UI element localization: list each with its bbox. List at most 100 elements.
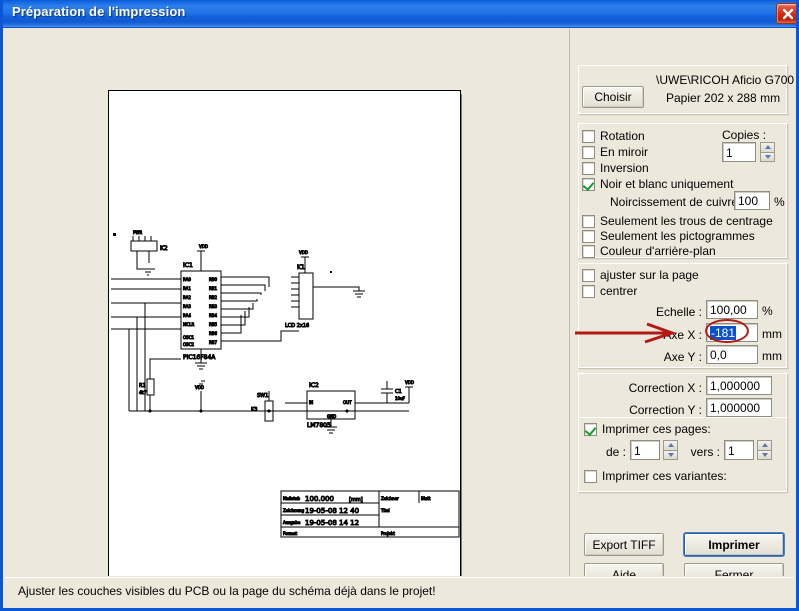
print-preview-page[interactable]: K2 PWR IC1 PIC16F84A RA0 RA1 RA2 RA3 RA4… xyxy=(108,90,461,576)
svg-text:GND: GND xyxy=(327,414,336,419)
axis-y-label: Axe Y : xyxy=(663,350,702,364)
svg-text:LCD 2x16: LCD 2x16 xyxy=(285,323,309,329)
svg-text:4k7: 4k7 xyxy=(139,390,147,395)
centering-holes-label: Seulement les trous de centrage xyxy=(600,214,773,228)
svg-text:Maßstab: Maßstab xyxy=(283,496,301,501)
copies-spinner[interactable] xyxy=(760,142,775,162)
svg-text:OUT: OUT xyxy=(343,400,352,405)
pages-from-spinner-down[interactable] xyxy=(663,450,678,460)
background-color-checkbox[interactable] xyxy=(582,244,595,258)
checkbox-row-centering-holes[interactable]: Seulement les trous de centrage xyxy=(582,214,773,228)
svg-text:VDD: VDD xyxy=(299,250,308,255)
svg-text:LM7805: LM7805 xyxy=(307,422,331,429)
pages-from-spinner[interactable] xyxy=(663,440,678,460)
rotation-checkbox[interactable] xyxy=(582,129,595,143)
checkbox-row-inversion[interactable]: Inversion xyxy=(582,161,649,175)
svg-text:Titel: Titel xyxy=(380,508,390,513)
close-dialog-button[interactable]: Fermer xyxy=(684,563,784,576)
pages-from-spinner-up[interactable] xyxy=(663,440,678,451)
copper-darkening-input[interactable]: 100 xyxy=(734,191,770,210)
svg-text:Ausgabe: Ausgabe xyxy=(283,520,301,525)
svg-text:RB2: RB2 xyxy=(209,295,218,300)
svg-text:IC2: IC2 xyxy=(309,382,319,389)
svg-text:Format: Format xyxy=(283,531,298,536)
pictograms-label: Seulement les pictogrammes xyxy=(600,229,755,243)
close-icon[interactable] xyxy=(776,3,796,24)
svg-text:IC1: IC1 xyxy=(183,262,193,269)
correction-x-input[interactable]: 1,000000 xyxy=(706,376,772,395)
print-variants-checkbox[interactable] xyxy=(584,469,597,483)
center-label: centrer xyxy=(600,284,638,298)
svg-text:[mm]: [mm] xyxy=(349,497,363,503)
correction-x-label: Correction X : xyxy=(628,381,702,395)
print-pages-checkbox[interactable] xyxy=(584,422,597,436)
status-bar-text: Ajuster les couches visibles du PCB ou l… xyxy=(18,584,436,598)
axis-x-input[interactable]: -181 xyxy=(706,323,758,342)
blackwhite-label: Noir et blanc uniquement xyxy=(600,177,734,191)
svg-text:K3: K3 xyxy=(251,407,257,413)
svg-text:SW1: SW1 xyxy=(257,393,268,399)
blackwhite-checkbox[interactable] xyxy=(582,177,595,191)
copies-input[interactable]: 1 xyxy=(722,142,756,162)
mirror-label: En miroir xyxy=(600,145,649,159)
pages-from-input[interactable]: 1 xyxy=(630,440,660,460)
svg-text:MCLR: MCLR xyxy=(183,322,194,327)
window-titlebar: Préparation de l'impression xyxy=(3,0,796,28)
svg-text:K2: K2 xyxy=(160,245,168,252)
pages-to-spinner[interactable] xyxy=(757,440,772,460)
export-tiff-button[interactable]: Export TIFF xyxy=(584,533,664,556)
print-variants-label: Imprimer ces variantes: xyxy=(602,469,727,483)
checkbox-row-print-variants[interactable]: Imprimer ces variantes: xyxy=(584,469,727,483)
rotation-label: Rotation xyxy=(600,129,645,143)
svg-text:IN: IN xyxy=(309,400,313,405)
axis-x-label: Axe X : xyxy=(663,328,702,342)
svg-text:PWR: PWR xyxy=(133,230,142,235)
axis-x-value: -181 xyxy=(710,326,737,340)
svg-text:RB4: RB4 xyxy=(209,313,218,318)
scale-label: Echelle : xyxy=(655,305,702,319)
scale-unit: % xyxy=(762,304,773,318)
fit-page-label: ajuster sur la page xyxy=(600,268,699,282)
preview-pane[interactable]: K2 PWR IC1 PIC16F84A RA0 RA1 RA2 RA3 RA4… xyxy=(5,30,563,576)
svg-text:Zeichnung: Zeichnung xyxy=(283,508,305,513)
help-button[interactable]: Aide xyxy=(584,563,664,576)
svg-text:RB5: RB5 xyxy=(209,322,218,327)
svg-text:OSC2: OSC2 xyxy=(183,342,194,347)
svg-text:RB3: RB3 xyxy=(209,304,218,309)
status-bar: Ajuster les couches visibles du PCB ou l… xyxy=(5,577,794,605)
checkbox-row-blackwhite[interactable]: Noir et blanc uniquement xyxy=(582,177,733,191)
dialog-client-area: K2 PWR IC1 PIC16F84A RA0 RA1 RA2 RA3 RA4… xyxy=(3,29,796,608)
copper-darkening-label: Noircissement de cuivre: xyxy=(610,195,742,209)
pages-to-spinner-down[interactable] xyxy=(757,450,772,460)
print-button[interactable]: Imprimer xyxy=(684,533,784,556)
fit-page-checkbox[interactable] xyxy=(582,268,595,282)
checkbox-row-fit-page[interactable]: ajuster sur la page xyxy=(582,268,699,282)
centering-holes-checkbox[interactable] xyxy=(582,214,595,228)
checkbox-row-pictograms[interactable]: Seulement les pictogrammes xyxy=(582,229,755,243)
pictograms-checkbox[interactable] xyxy=(582,229,595,243)
checkbox-row-mirror[interactable]: En miroir xyxy=(582,145,648,159)
correction-y-label: Correction Y : xyxy=(629,403,702,417)
pages-to-spinner-up[interactable] xyxy=(757,440,772,451)
svg-text:K1: K1 xyxy=(297,264,305,271)
svg-text:Projekt: Projekt xyxy=(381,531,395,536)
checkbox-row-print-pages[interactable]: Imprimer ces pages: xyxy=(584,422,711,436)
copies-spinner-down[interactable] xyxy=(760,152,775,162)
checkbox-row-background-color[interactable]: Couleur d'arrière-plan xyxy=(582,244,716,258)
inversion-checkbox[interactable] xyxy=(582,161,595,175)
choose-printer-button[interactable]: Choisir xyxy=(582,86,644,108)
checkbox-row-center[interactable]: centrer xyxy=(582,284,637,298)
svg-text:Zeichner: Zeichner xyxy=(381,496,399,501)
axis-y-input[interactable]: 0,0 xyxy=(706,345,758,364)
scale-input[interactable]: 100,00 xyxy=(706,300,758,319)
center-checkbox[interactable] xyxy=(582,284,595,298)
window-title: Préparation de l'impression xyxy=(12,4,186,19)
copper-darkening-unit: % xyxy=(774,195,785,209)
svg-text:19-05-08 12 40: 19-05-08 12 40 xyxy=(305,507,359,515)
axis-x-unit: mm xyxy=(762,327,782,341)
pages-to-input[interactable]: 1 xyxy=(724,440,754,460)
copies-spinner-up[interactable] xyxy=(760,142,775,153)
checkbox-row-rotation[interactable]: Rotation xyxy=(582,129,645,143)
mirror-checkbox[interactable] xyxy=(582,145,595,159)
correction-y-input[interactable]: 1,000000 xyxy=(706,398,772,417)
